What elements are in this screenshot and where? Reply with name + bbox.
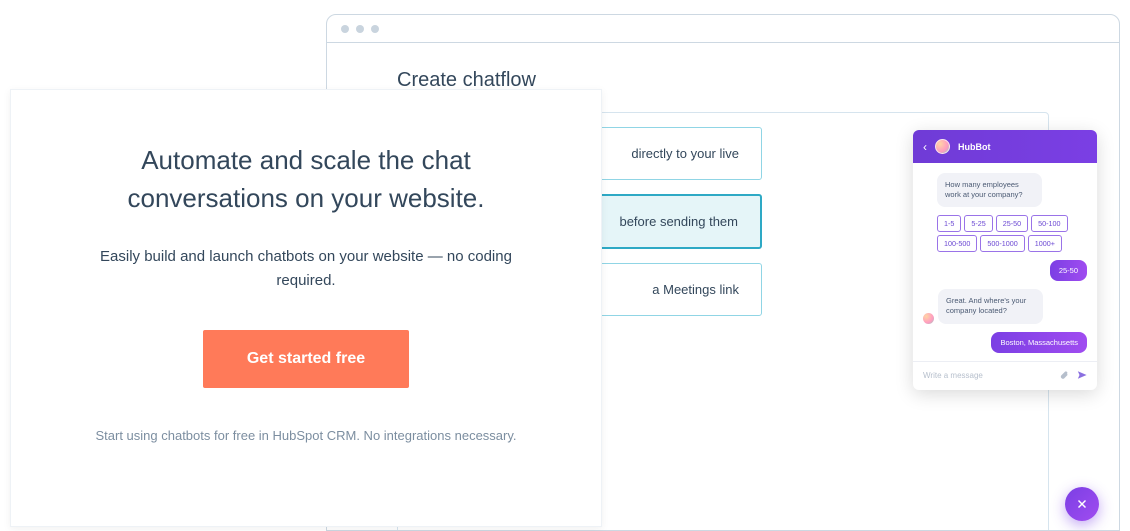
bot-message: Great. And where's your company located? [938,289,1043,323]
promo-subline: Easily build and launch chatbots on your… [59,245,553,292]
quick-reply-chip[interactable]: 100-500 [937,235,977,252]
attachment-icon[interactable] [1059,370,1069,382]
promo-headline: Automate and scale the chat conversation… [59,142,553,217]
chat-body: How many employees work at your company?… [913,163,1097,361]
chat-header: ‹ HubBot [913,130,1097,163]
bot-avatar-icon [923,313,934,324]
traffic-light-icon [356,25,364,33]
quick-reply-chip[interactable]: 5-25 [964,215,992,232]
quick-reply-chip[interactable]: 1-5 [937,215,961,232]
bot-avatar-icon [935,139,950,154]
back-icon[interactable]: ‹ [923,140,927,154]
traffic-light-icon [371,25,379,33]
chatbot-preview: ‹ HubBot How many employees work at your… [913,130,1097,390]
quick-reply-chip[interactable]: 50-100 [1031,215,1067,232]
card-text: before sending them [619,214,738,229]
chat-input-bar: Write a message [913,361,1097,390]
quick-reply-chip[interactable]: 25-50 [996,215,1028,232]
promo-panel: Automate and scale the chat conversation… [10,89,602,527]
chat-input[interactable]: Write a message [923,371,983,380]
promo-footnote: Start using chatbots for free in HubSpot… [59,428,553,443]
window-title-bar [327,15,1119,43]
close-icon [1075,497,1089,511]
bot-message: How many employees work at your company? [937,173,1042,207]
bot-name: HubBot [958,142,991,152]
quick-reply-chips: 1-5 5-25 25-50 50-100 100-500 500-1000 1… [937,215,1087,252]
close-chat-button[interactable] [1065,487,1099,521]
quick-reply-chip[interactable]: 500-1000 [980,235,1024,252]
get-started-button[interactable]: Get started free [203,330,409,388]
send-icon[interactable] [1077,370,1087,382]
user-message: 25-50 [1050,260,1087,281]
user-message: Boston, Massachusetts [991,332,1087,353]
card-text: directly to your live [631,146,739,161]
quick-reply-chip[interactable]: 1000+ [1028,235,1062,252]
card-text: a Meetings link [652,282,739,297]
traffic-light-icon [341,25,349,33]
